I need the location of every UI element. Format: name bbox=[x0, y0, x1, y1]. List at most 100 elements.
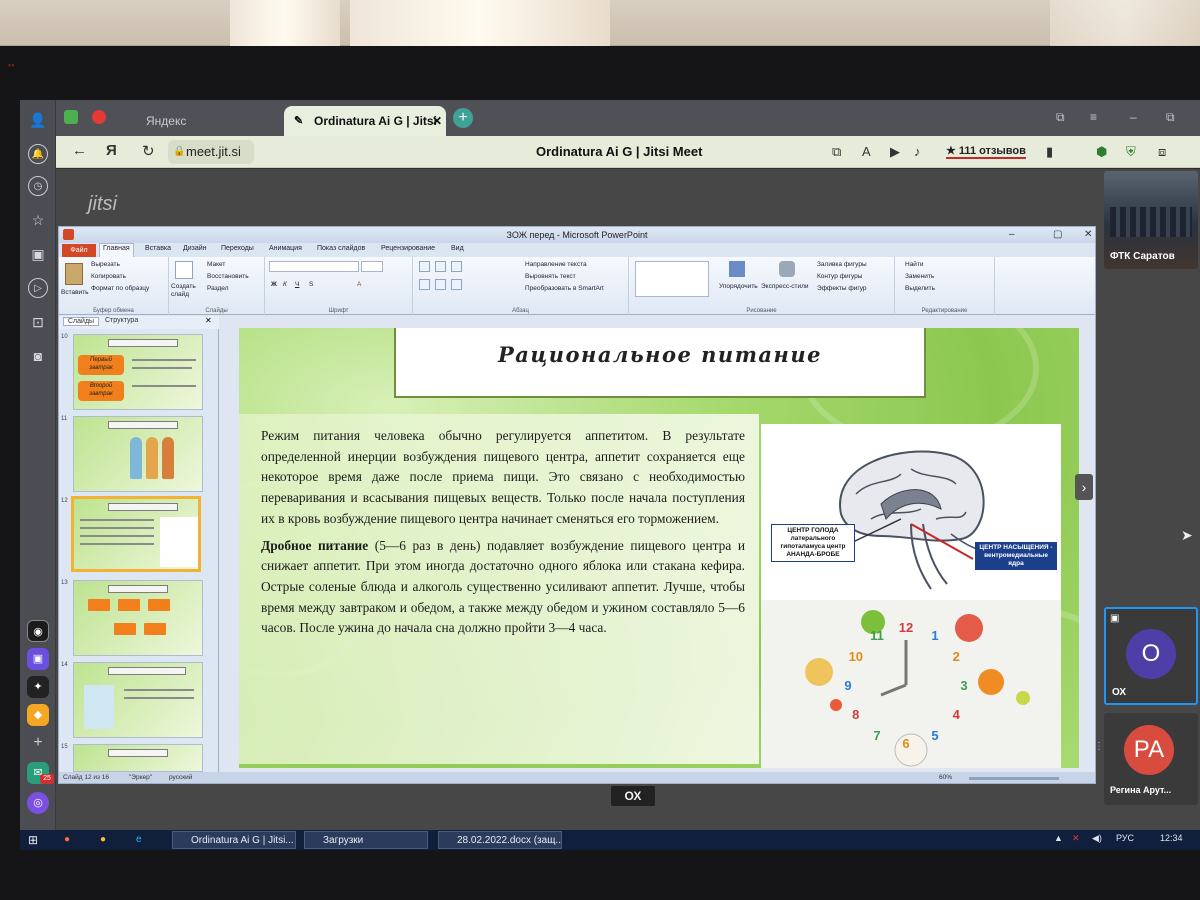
slide-thumbnail-11[interactable] bbox=[73, 416, 203, 492]
reset-button[interactable]: Восстановить bbox=[207, 273, 249, 280]
ppt-minimize-icon[interactable]: – bbox=[1009, 229, 1015, 240]
align-text-button[interactable]: Выровнять текст bbox=[525, 273, 576, 280]
strikethrough-icon[interactable]: S bbox=[309, 281, 313, 288]
tray-arrow-icon[interactable]: ▲ bbox=[1054, 833, 1063, 843]
slide-thumbnail-14[interactable] bbox=[73, 662, 203, 738]
arrange-icon[interactable] bbox=[729, 261, 745, 277]
reload-icon[interactable]: ↻ bbox=[142, 142, 155, 160]
collections-icon[interactable]: ▣ bbox=[28, 244, 48, 264]
slide-thumbnail-10[interactable]: Первый завтрак Второй завтрак bbox=[73, 334, 203, 410]
align-right-icon[interactable] bbox=[451, 279, 462, 290]
replace-button[interactable]: Заменить bbox=[905, 273, 934, 280]
tab-jitsi[interactable]: ✎ Ordinatura Ai G | Jitsi ✕ bbox=[284, 106, 446, 136]
reviews-badge[interactable]: ★ 111 отзывов bbox=[946, 144, 1026, 159]
yandex-icon[interactable] bbox=[92, 110, 106, 124]
history-icon[interactable]: ◷ bbox=[28, 176, 48, 196]
slide-thumbnail-12-selected[interactable] bbox=[71, 496, 201, 572]
taskbar-app-downloads[interactable]: Загрузки bbox=[304, 831, 428, 849]
section-button[interactable]: Раздел bbox=[207, 285, 228, 292]
back-icon[interactable]: ← bbox=[72, 142, 87, 159]
slide-thumbnail-15[interactable] bbox=[73, 744, 203, 772]
shapes-gallery[interactable] bbox=[635, 261, 709, 297]
participant-tile[interactable]: ⋮ РА Регина Арут... bbox=[1094, 713, 1198, 805]
dock-app-icon[interactable]: ◉ bbox=[27, 620, 49, 642]
yandex-logo-icon[interactable]: Я bbox=[106, 142, 117, 159]
find-button[interactable]: Найти bbox=[905, 261, 924, 268]
format-painter-button[interactable]: Формат по образцу bbox=[91, 285, 149, 292]
tab-close-icon[interactable]: ✕ bbox=[432, 106, 442, 136]
extension-icon[interactable]: ⬢ bbox=[1096, 144, 1107, 160]
new-slide-button[interactable]: Создать слайд bbox=[171, 283, 201, 299]
menu-icon[interactable]: ≡ bbox=[1090, 110, 1097, 124]
tab-insert[interactable]: Вставка bbox=[145, 245, 171, 252]
tab-animation[interactable]: Анимация bbox=[269, 245, 302, 252]
paste-icon[interactable] bbox=[65, 263, 83, 285]
tab-review[interactable]: Рецензирование bbox=[381, 245, 435, 252]
translate-icon[interactable]: A bbox=[862, 144, 871, 159]
smartart-button[interactable]: Преобразовать в SmartArt bbox=[525, 285, 604, 292]
minimize-icon[interactable]: – bbox=[1130, 110, 1137, 124]
quick-styles-icon[interactable] bbox=[779, 261, 795, 277]
bold-icon[interactable]: Ж bbox=[271, 281, 277, 288]
participant-tile[interactable]: ▣ О ОХ bbox=[1104, 607, 1198, 705]
shield-icon[interactable]: ⛨ bbox=[1126, 144, 1136, 160]
more-options-icon[interactable]: ⋮ bbox=[1094, 742, 1104, 752]
align-center-icon[interactable] bbox=[435, 279, 446, 290]
tab-yandex[interactable]: Яндекс bbox=[116, 106, 276, 136]
new-slide-icon[interactable] bbox=[175, 261, 193, 279]
tab-list-icon[interactable]: ⧉ bbox=[1056, 110, 1065, 125]
copy-button[interactable]: Копировать bbox=[91, 273, 126, 280]
align-left-icon[interactable] bbox=[419, 279, 430, 290]
restore-icon[interactable]: ⧉ bbox=[1166, 110, 1175, 125]
camera-permission-icon[interactable]: ▶ bbox=[890, 144, 900, 160]
start-icon[interactable]: ⊞ bbox=[28, 831, 38, 849]
profile-icon[interactable]: 👤 bbox=[28, 110, 48, 130]
tab-view[interactable]: Вид bbox=[451, 245, 464, 252]
font-size-field[interactable] bbox=[361, 261, 383, 272]
tab-file[interactable]: Файл bbox=[62, 244, 96, 257]
input-language[interactable]: РУС bbox=[1116, 833, 1134, 843]
new-tab-button[interactable]: + bbox=[453, 108, 473, 128]
participant-tile[interactable]: ФТК Саратов bbox=[1104, 171, 1198, 269]
bookmark-icon[interactable]: ▮ bbox=[1046, 144, 1053, 160]
cut-button[interactable]: Вырезать bbox=[91, 261, 120, 268]
arrange-button[interactable]: Упорядочить bbox=[719, 283, 758, 290]
taskbar-app-word[interactable]: 28.02.2022.docx (защ... bbox=[438, 831, 562, 849]
pane-close-icon[interactable]: ✕ bbox=[205, 316, 212, 325]
dock-add-icon[interactable]: + bbox=[27, 732, 49, 754]
paste-button[interactable]: Вставить bbox=[61, 289, 89, 296]
dock-messenger-icon[interactable]: ▣ bbox=[27, 648, 49, 670]
shape-fill-button[interactable]: Заливка фигуры bbox=[817, 261, 867, 268]
music-icon[interactable]: ▷ bbox=[28, 278, 48, 298]
cast-icon[interactable]: ⧉ bbox=[832, 144, 841, 160]
italic-icon[interactable]: К bbox=[283, 281, 287, 288]
dock-compass-icon[interactable]: ✦ bbox=[27, 676, 49, 698]
edge-icon[interactable]: e bbox=[136, 831, 142, 849]
tab-group-icon[interactable] bbox=[64, 110, 78, 124]
volume-icon[interactable]: ◀) bbox=[1092, 833, 1102, 844]
bookmarks-icon[interactable]: ☆ bbox=[28, 210, 48, 230]
layout-button[interactable]: Макет bbox=[207, 261, 225, 268]
quick-styles-button[interactable]: Экспресс-стили bbox=[761, 283, 809, 290]
mic-permission-icon[interactable]: ♪ bbox=[914, 144, 921, 159]
firefox-icon[interactable]: ● bbox=[64, 831, 70, 849]
indent-icon[interactable] bbox=[451, 261, 462, 272]
bullets-icon[interactable] bbox=[419, 261, 430, 272]
tab-home[interactable]: Главная bbox=[99, 243, 134, 257]
camera-icon[interactable]: ◙ bbox=[28, 346, 48, 366]
shape-outline-button[interactable]: Контур фигуры bbox=[817, 273, 862, 280]
tab-outline[interactable]: Структура bbox=[105, 317, 138, 324]
text-direction-button[interactable]: Направление текста bbox=[525, 261, 587, 268]
select-button[interactable]: Выделить bbox=[905, 285, 935, 292]
ppt-close-icon[interactable]: ✕ bbox=[1084, 229, 1092, 240]
taskbar-app-browser[interactable]: Ordinatura Ai G | Jitsi... bbox=[172, 831, 296, 849]
zoom-slider[interactable] bbox=[969, 777, 1059, 780]
tab-design[interactable]: Дизайн bbox=[183, 245, 207, 252]
tab-slideshow[interactable]: Показ слайдов bbox=[317, 245, 365, 252]
notifications-icon[interactable]: 🔔 bbox=[28, 144, 48, 164]
chrome-icon[interactable]: ● bbox=[100, 831, 106, 849]
shape-effects-button[interactable]: Эффекты фигур bbox=[817, 285, 867, 292]
ppt-maximize-icon[interactable]: ▢ bbox=[1053, 229, 1062, 240]
extensions-icon[interactable]: ⧈ bbox=[1158, 144, 1166, 160]
panel-app-icon[interactable]: ⊡ bbox=[28, 312, 48, 332]
